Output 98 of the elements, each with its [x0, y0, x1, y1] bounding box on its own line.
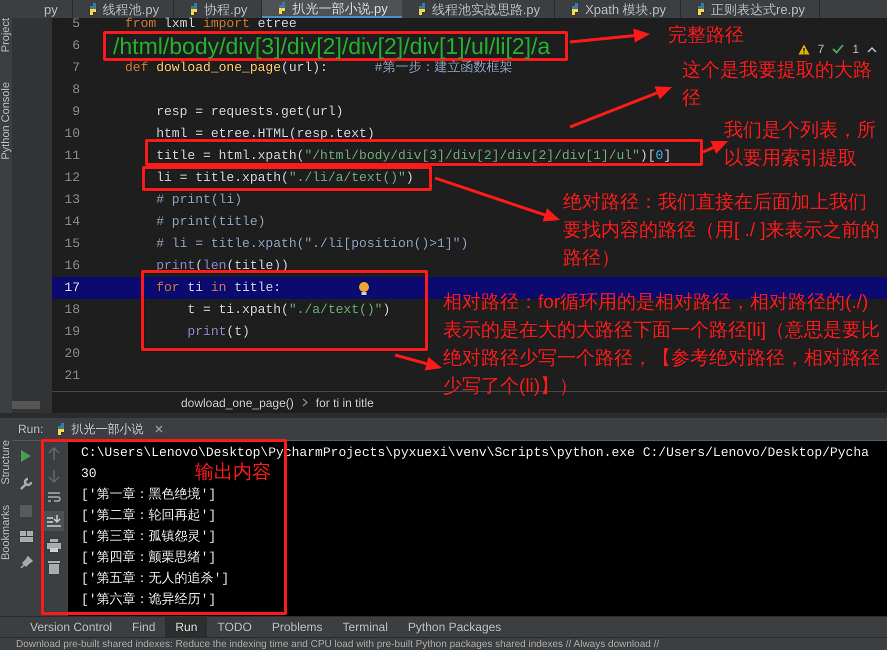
tool-window-button[interactable]: Version Control: [20, 616, 122, 638]
console-line: ['第五章：无人的追杀']: [81, 570, 230, 588]
code-token: title = html.xpath(: [155, 147, 304, 166]
line-number: 13: [63, 191, 80, 210]
status-message: Download pre-built shared indexes: Reduce the indexing time and CPU load with pre-built Python packages shared indexes // Always download //: [16, 638, 660, 650]
code-token: (t): [226, 323, 250, 342]
close-icon[interactable]: [155, 425, 164, 433]
tool-window-label[interactable]: Python Console: [0, 82, 12, 160]
lightbulb-icon[interactable]: [359, 282, 370, 294]
soft-wrap-icon[interactable]: [47, 491, 61, 503]
run-icon[interactable]: [20, 449, 32, 463]
code-token: # li = title.xpath("./li[position()>1]"): [155, 235, 468, 254]
code-token: lxml: [163, 15, 196, 34]
code-token: "/html/body/div[3]/div[2]/div[2]/div[1]/ul": [304, 147, 640, 166]
console-line: ['第二章：轮回再起']: [81, 507, 216, 525]
line-number: 7: [71, 59, 80, 78]
line-number: 9: [71, 103, 80, 122]
annotation-note: 这个是我要提取的大路径: [682, 59, 873, 111]
line-number: 17: [63, 279, 80, 298]
tool-window-button[interactable]: Run: [165, 616, 208, 638]
tool-window-label[interactable]: Structure: [0, 440, 12, 485]
line-number: 6: [71, 37, 80, 56]
console-line: ['第三章：孤镇怨灵']: [81, 528, 216, 546]
code-token: li = title.xpath(: [155, 169, 289, 188]
code-token: title:: [233, 279, 282, 298]
code-token: ): [406, 169, 414, 188]
layout-icon[interactable]: [20, 531, 32, 542]
code-token: "./li/a/text()": [288, 169, 406, 188]
console-line: ['第四章：颤栗思绪']: [81, 549, 216, 567]
code-token: ): [382, 301, 390, 320]
annotation-note: 完整路径: [668, 24, 745, 48]
passed-count: 1: [852, 41, 859, 58]
console-line: ['第六章：诡异经历']: [81, 591, 216, 609]
code-token: 0: [656, 147, 664, 166]
line-number: 14: [63, 213, 80, 232]
line-number: 12: [63, 169, 80, 188]
tool-window-button[interactable]: Python Packages: [398, 616, 512, 638]
editor-tab[interactable]: 扒光一部小说.py: [262, 0, 402, 18]
line-number: 8: [71, 81, 80, 100]
code-token: dowload_one_page: [155, 59, 282, 78]
print-icon[interactable]: [47, 539, 61, 552]
warning-icon[interactable]: [798, 44, 810, 54]
line-number: 11: [63, 147, 80, 166]
tool-window-button[interactable]: Find: [122, 616, 166, 638]
line-number: 20: [63, 345, 80, 364]
scrollbar[interactable]: [12, 401, 40, 409]
run-tab[interactable]: 扒光一部小说: [55, 422, 144, 436]
code-token: print: [186, 323, 226, 342]
tool-window-button[interactable]: Problems: [262, 616, 333, 638]
annotation-note: 绝对路径：我们直接在后面加上我们要找内容的路径（用[ ./ ]来表示之前的路径）: [563, 191, 881, 271]
annotation-note: 输出内容: [195, 462, 272, 484]
console-line: 30: [81, 465, 97, 483]
code-token: import: [203, 16, 250, 34]
code-token: def: [125, 59, 148, 78]
line-number: 19: [63, 323, 80, 342]
code-token: (title)): [226, 257, 289, 276]
code-token: len: [203, 257, 226, 276]
code-token: ti: [186, 279, 204, 298]
tool-window-button[interactable]: Terminal: [332, 616, 398, 638]
code-token: ]: [663, 147, 672, 166]
annotation-note: 相对路径：for循环用的是相对路径，相对路径的(./)表示的是在大的大路径下面一个路径[li]（意思是要比绝对路径少写一个路径，【参考绝对路径，相对路径少写了个(li)】）: [443, 291, 881, 399]
chevron-up-icon[interactable]: [867, 46, 877, 52]
line-number: 10: [63, 125, 80, 144]
scroll-to-end-icon[interactable]: [44, 511, 64, 531]
annotation-note: 我们是个列表，所以要用索引提取: [724, 119, 877, 171]
wrench-icon[interactable]: [19, 477, 33, 491]
code-token: t = ti.xpath(: [186, 301, 289, 320]
code-token: html = etree.HTML(resp.text): [155, 125, 375, 144]
code-token: # print(title): [155, 213, 266, 232]
panel-label: Run:: [18, 421, 44, 438]
check-icon: [832, 44, 844, 54]
tool-window-label[interactable]: Project: [0, 18, 12, 52]
line-number: 18: [63, 301, 80, 320]
trash-icon[interactable]: [48, 560, 60, 574]
code-token: #第一步：建立函数框架: [374, 59, 512, 78]
code-token: from: [125, 16, 156, 34]
code-token: etree: [256, 15, 297, 34]
chevron-right-icon: [302, 398, 308, 407]
annotation-arrow: [394, 354, 442, 370]
pin-icon[interactable]: [20, 556, 32, 569]
warning-count: 7: [818, 41, 824, 58]
line-number: 5: [71, 15, 80, 34]
line-number: 21: [63, 367, 80, 386]
code-token: "./a/text()": [288, 301, 382, 320]
code-token: in: [210, 279, 226, 298]
code-token: print: [155, 257, 196, 276]
code-token: for: [155, 279, 180, 298]
code-token: (url):: [281, 59, 328, 78]
tool-window-button[interactable]: TODO: [207, 616, 262, 638]
tool-window-label[interactable]: Bookmarks: [0, 504, 12, 560]
breadcrumb[interactable]: for ti in title: [316, 394, 374, 412]
line-number: 16: [63, 257, 80, 276]
code-token: resp = requests.get(url): [155, 103, 344, 122]
code-token: )[: [640, 147, 656, 166]
line-number: 15: [63, 235, 80, 254]
breadcrumb[interactable]: dowload_one_page(): [181, 394, 294, 412]
console-line: ['第一章：黑色绝境']: [81, 486, 216, 504]
code-token: # print(li): [155, 191, 242, 210]
